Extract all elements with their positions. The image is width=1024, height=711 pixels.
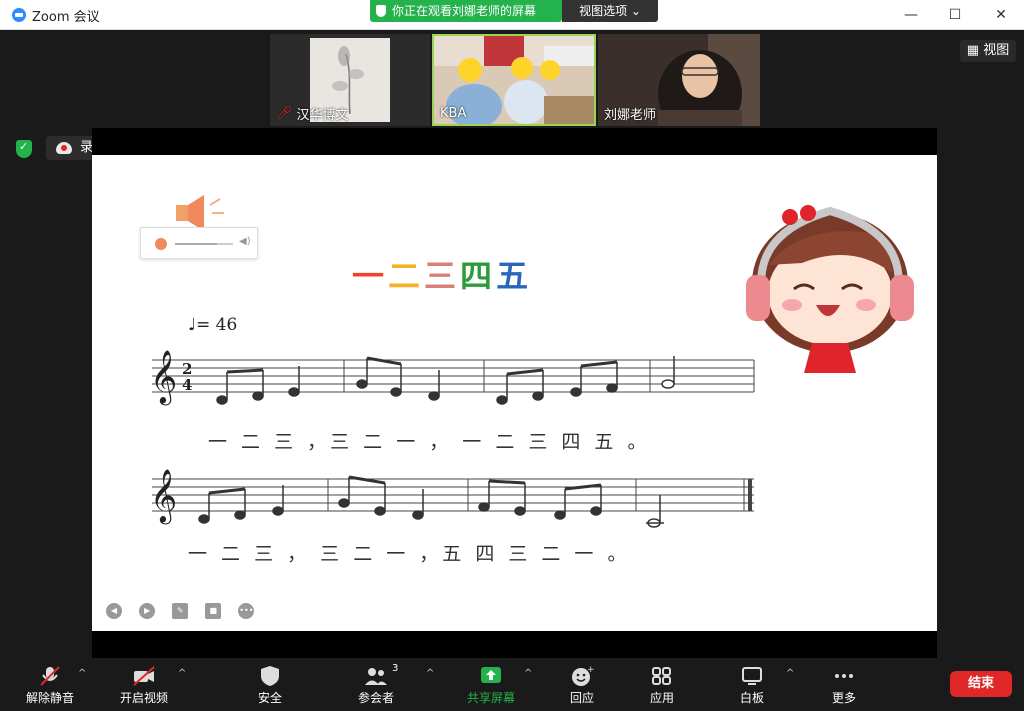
share-screen-label: 共享屏幕 xyxy=(466,691,515,705)
more-button[interactable]: 更多 xyxy=(812,659,876,711)
audio-options-caret[interactable]: ^ xyxy=(78,668,86,679)
whiteboard-button[interactable]: 白板 xyxy=(720,659,784,711)
music-staff-line-2: 𝄞 xyxy=(150,468,754,528)
zoom-logo-icon xyxy=(12,8,26,22)
whiteboard-label: 白板 xyxy=(739,691,764,705)
unmute-label: 解除静音 xyxy=(25,691,74,705)
start-video-button[interactable]: 开启视频 xyxy=(108,659,180,711)
start-video-label: 开启视频 xyxy=(119,691,168,705)
share-options-caret[interactable]: ^ xyxy=(524,668,532,679)
participant-name-label: 🎤︎ 汉华博文 xyxy=(276,104,349,123)
svg-text:𝄞: 𝄞 xyxy=(150,349,177,405)
meeting-security-shield-icon[interactable] xyxy=(16,140,32,158)
view-button[interactable]: ▦ 视图 xyxy=(960,40,1016,62)
reactions-label: 回应 xyxy=(569,691,594,705)
app-title: Zoom 会议 xyxy=(32,10,100,25)
grid-view-icon: ▦ xyxy=(966,43,980,58)
whiteboard-options-caret[interactable]: ^ xyxy=(786,668,794,679)
svg-text:4: 4 xyxy=(182,376,192,394)
participants-label: 参会者 xyxy=(357,691,394,705)
more-icon xyxy=(835,674,853,678)
audio-progress-fill xyxy=(175,243,217,245)
music-slide: ◀) 一二三四五 ♩= 46 𝄞 2 4 一 二 三 ，三 二 一 ， 一 二 … xyxy=(92,155,937,631)
viewing-share-banner: 你正在观看刘娜老师的屏幕 xyxy=(370,0,562,22)
participants-button[interactable]: 3 参会者 xyxy=(344,659,408,711)
share-screen-button[interactable]: 共享屏幕 xyxy=(456,659,526,711)
mic-muted-icon xyxy=(40,666,60,686)
unmute-button[interactable]: 解除静音 xyxy=(14,659,86,711)
slide-title-char: 三 xyxy=(424,257,461,295)
camera-icon[interactable]: ■ xyxy=(205,603,222,619)
mic-muted-icon: 🎤︎ xyxy=(276,106,293,121)
video-options-caret[interactable]: ^ xyxy=(178,668,186,679)
shield-icon xyxy=(261,666,279,686)
video-off-icon xyxy=(133,666,155,686)
participant-name: KBA xyxy=(440,106,467,121)
participant-thumbnail[interactable]: 刘娜老师 xyxy=(598,34,760,126)
apps-icon xyxy=(652,667,671,685)
whiteboard-icon xyxy=(742,667,762,685)
view-button-label: 视图 xyxy=(983,43,1010,58)
minimize-button[interactable]: — xyxy=(896,4,926,26)
reactions-icon: + xyxy=(572,665,594,686)
participant-count-badge: 3 xyxy=(392,663,399,674)
viewing-share-text: 你正在观看刘娜老师的屏幕 xyxy=(392,4,537,18)
lyrics-line-1: 一 二 三 ，三 二 一 ， 一 二 三 四 五 。 xyxy=(208,431,651,453)
more-label: 更多 xyxy=(831,691,856,705)
slide-controls: ◀ ▶ ✎ ■ ••• xyxy=(106,598,266,619)
maximize-button[interactable]: ☐ xyxy=(940,4,970,26)
pen-icon[interactable]: ✎ xyxy=(172,603,189,619)
view-options-button[interactable]: 视图选项 ⌄ xyxy=(562,0,658,22)
close-button[interactable]: ✕ xyxy=(986,4,1016,26)
end-meeting-button[interactable]: 结束 xyxy=(950,671,1012,697)
music-staff-line-1: 𝄞 2 4 xyxy=(150,349,755,405)
reactions-button[interactable]: + 回应 xyxy=(550,659,614,711)
participants-options-caret[interactable]: ^ xyxy=(426,668,434,679)
speaker-icon[interactable] xyxy=(174,195,226,231)
play-button[interactable] xyxy=(155,238,167,250)
svg-text:+: + xyxy=(587,665,594,675)
slide-title-char: 一 xyxy=(352,257,389,295)
meeting-toolbar: 解除静音 ^ 开启视频 ^ 安全 3 参会者 ^ 共享屏幕 ^ + 回应 应用 … xyxy=(0,659,1024,711)
shared-screen: ◀) 一二三四五 ♩= 46 𝄞 2 4 一 二 三 ，三 二 一 ， 一 二 … xyxy=(92,128,937,658)
slide-title-char: 四 xyxy=(460,257,497,295)
participant-thumbnail[interactable]: 🎤︎ 汉华博文 xyxy=(270,34,430,126)
svg-text:𝄞: 𝄞 xyxy=(150,468,177,524)
security-shield-icon xyxy=(376,5,386,17)
audio-progress-bar[interactable] xyxy=(175,243,233,245)
tempo-marking: ♩= 46 xyxy=(188,315,238,335)
share-screen-icon xyxy=(481,667,501,683)
participants-icon xyxy=(365,668,387,685)
participant-name: 汉华博文 xyxy=(296,108,349,123)
apps-label: 应用 xyxy=(649,691,674,705)
volume-icon[interactable]: ◀) xyxy=(239,236,251,247)
more-options-icon[interactable]: ••• xyxy=(238,603,255,619)
security-button[interactable]: 安全 xyxy=(238,659,302,711)
cloud-record-icon xyxy=(56,142,72,154)
slide-title-char: 五 xyxy=(496,257,533,295)
slide-title: 一二三四五 xyxy=(352,251,532,297)
next-slide-button[interactable]: ▶ xyxy=(139,603,156,619)
participant-name: 刘娜老师 xyxy=(604,108,657,123)
lyrics-line-2: 一 二 三 ， 三 二 一 ，五 四 三 二 一 。 xyxy=(188,543,631,565)
security-label: 安全 xyxy=(257,691,282,705)
cartoon-girl-illustration xyxy=(746,205,914,373)
audio-player: ◀) xyxy=(140,227,258,259)
apps-button[interactable]: 应用 xyxy=(630,659,694,711)
previous-slide-button[interactable]: ◀ xyxy=(106,603,122,619)
participant-thumbnail[interactable]: KBA xyxy=(432,34,596,126)
slide-title-char: 二 xyxy=(388,257,425,295)
zoom-window: Zoom 会议 — ☐ ✕ 你正在观看刘娜老师的屏幕 视图选项 ⌄ 🎤︎ 汉华博… xyxy=(0,0,1024,711)
